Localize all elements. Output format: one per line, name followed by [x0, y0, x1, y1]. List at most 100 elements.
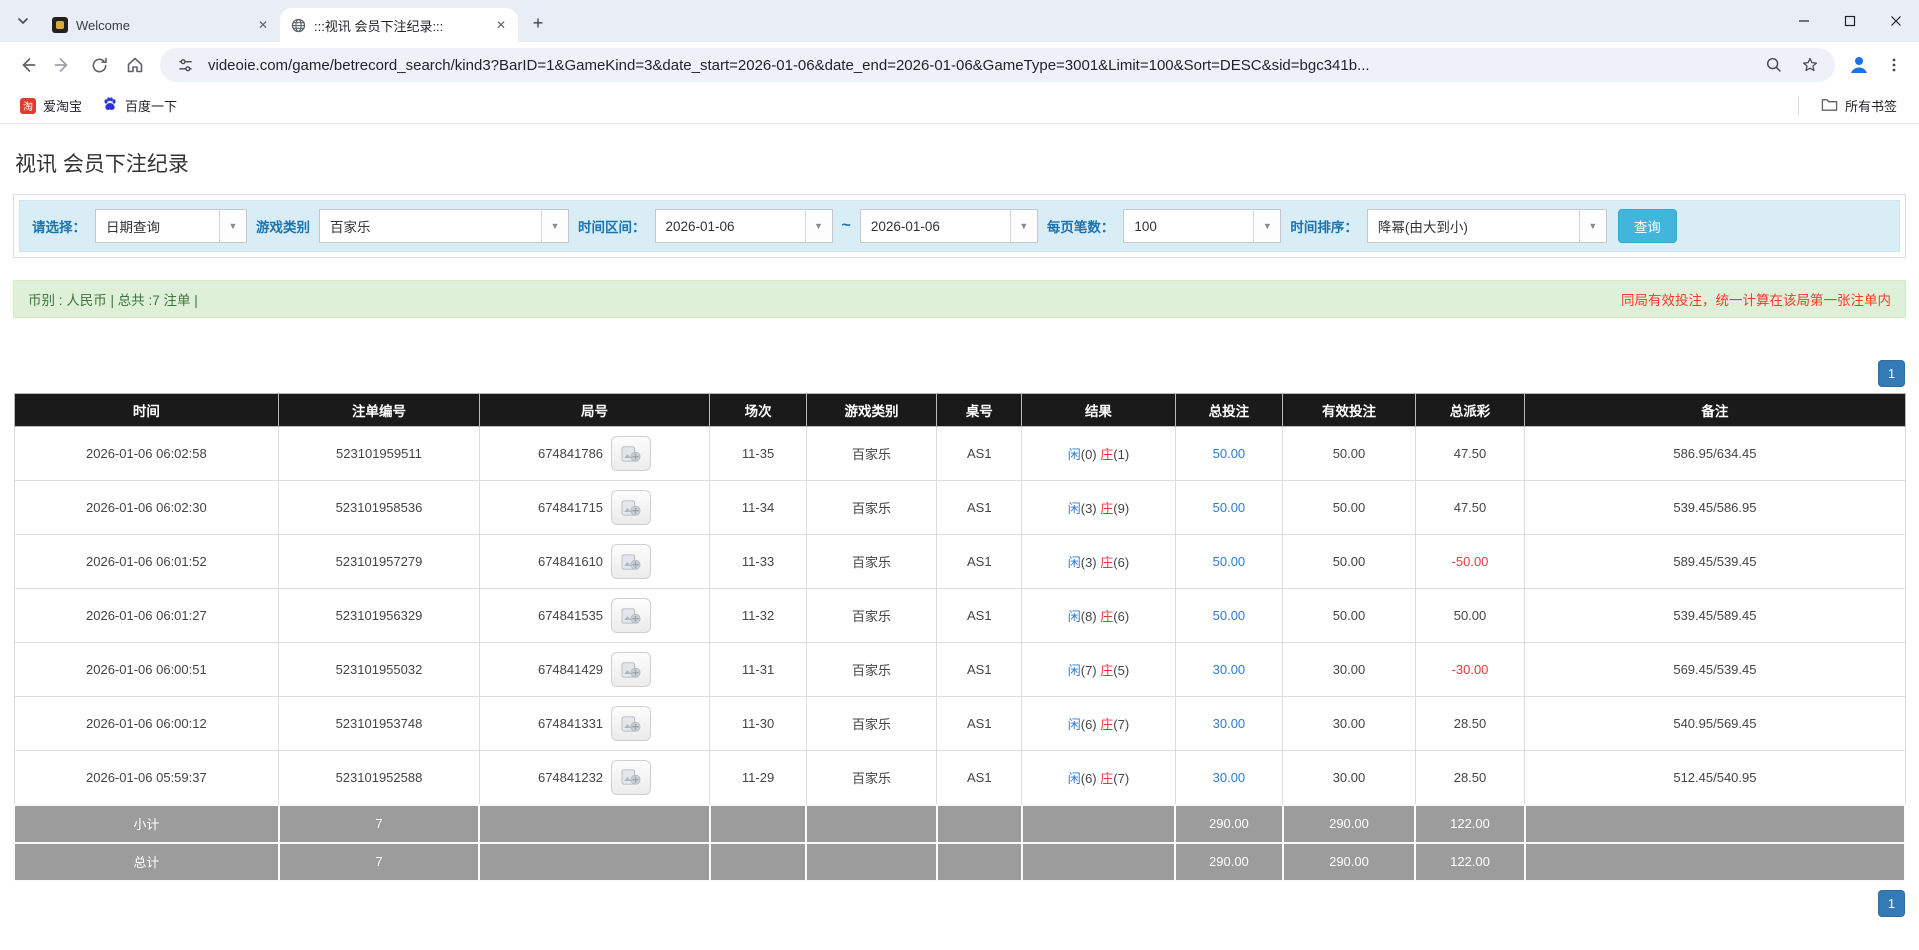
total-bet-link[interactable]: 30.00 — [1213, 716, 1246, 731]
cell-result: 闲(6) 庄(7) — [1022, 697, 1175, 751]
page-1-button[interactable]: 1 — [1878, 890, 1905, 917]
cell-payout: -30.00 — [1415, 643, 1525, 697]
total-bet-link[interactable]: 30.00 — [1213, 770, 1246, 785]
game-kind-select[interactable]: 百家乐 ▼ — [319, 209, 569, 243]
video-replay-button[interactable] — [611, 490, 651, 525]
column-header: 总投注 — [1175, 394, 1283, 427]
maximize-button[interactable] — [1827, 0, 1873, 42]
cell-round: 674841715 — [479, 481, 710, 535]
minimize-button[interactable] — [1781, 0, 1827, 42]
result-banker-label: 庄 — [1100, 609, 1113, 624]
video-replay-button[interactable] — [611, 760, 651, 795]
taobao-icon: 淘 — [20, 98, 36, 114]
filter-panel: 请选择： 日期查询 ▼ 游戏类别 百家乐 ▼ 时间区间： 2026-01-06 … — [13, 194, 1906, 258]
notice-text: 同局有效投注，统一计算在该局第一张注单内 — [1621, 289, 1891, 309]
video-replay-icon — [621, 661, 641, 679]
total-bet-link[interactable]: 50.00 — [1213, 608, 1246, 623]
close-window-button[interactable] — [1873, 0, 1919, 42]
zoom-icon[interactable] — [1761, 52, 1787, 78]
cell-total-bet: 30.00 — [1175, 643, 1283, 697]
cell-note: 569.45/539.45 — [1525, 643, 1905, 697]
cell-bet-id: 523101956329 — [279, 589, 479, 643]
browser-toolbar: videoie.com/game/betrecord_search/kind3?… — [0, 42, 1919, 88]
site-settings-icon[interactable] — [172, 52, 198, 78]
total-row: 总计7290.00290.00122.00 — [14, 843, 1905, 881]
cell-table-no: AS1 — [937, 535, 1022, 589]
window-controls — [1781, 0, 1919, 42]
column-header: 总派彩 — [1415, 394, 1525, 427]
video-replay-button[interactable] — [611, 544, 651, 579]
bookmark-aitaobao[interactable]: 淘 爱淘宝 — [12, 92, 90, 119]
table-row: 2026-01-06 06:02:58523101959511674841786… — [14, 427, 1905, 481]
result-player-value: (7) — [1081, 663, 1097, 678]
reload-button[interactable] — [82, 48, 116, 82]
tab-title: Welcome — [76, 18, 246, 33]
sum-label: 总计 — [14, 843, 279, 881]
cell-session: 11-32 — [710, 589, 806, 643]
url-text[interactable]: videoie.com/game/betrecord_search/kind3?… — [208, 57, 1751, 74]
tab-welcome[interactable]: Welcome ✕ — [42, 8, 280, 42]
cell-game-kind: 百家乐 — [806, 589, 936, 643]
tab-betrecord[interactable]: :::视讯 会员下注纪录::: ✕ — [280, 8, 518, 42]
all-bookmarks-button[interactable]: 所有书签 — [1813, 92, 1905, 119]
browser-menu-button[interactable] — [1877, 48, 1911, 82]
total-bet-link[interactable]: 50.00 — [1213, 446, 1246, 461]
globe-favicon-icon — [290, 17, 306, 33]
cell-time: 2026-01-06 06:01:52 — [14, 535, 279, 589]
url-bar[interactable]: videoie.com/game/betrecord_search/kind3?… — [160, 48, 1835, 82]
reload-icon — [90, 56, 109, 75]
column-header: 游戏类别 — [806, 394, 936, 427]
result-banker-value: (6) — [1113, 609, 1129, 624]
back-icon — [17, 55, 37, 75]
cell-bet-id: 523101953748 — [279, 697, 479, 751]
profile-avatar[interactable] — [1843, 49, 1875, 81]
bet-records-table: 时间注单编号局号场次游戏类别桌号结果总投注有效投注总派彩备注 2026-01-0… — [13, 393, 1906, 882]
cell-note: 589.45/539.45 — [1525, 535, 1905, 589]
filter-type-value: 日期查询 — [96, 210, 219, 242]
forward-button[interactable] — [46, 48, 80, 82]
column-header: 局号 — [479, 394, 710, 427]
cell-table-no: AS1 — [937, 427, 1022, 481]
date-end-select[interactable]: 2026-01-06 ▼ — [860, 209, 1038, 243]
result-player-value: (8) — [1081, 609, 1097, 624]
subtotal-row: 小计7290.00290.00122.00 — [14, 805, 1905, 843]
filter-bar: 请选择： 日期查询 ▼ 游戏类别 百家乐 ▼ 时间区间： 2026-01-06 … — [19, 200, 1900, 252]
round-inner: 674841715 — [480, 490, 710, 525]
table-row: 2026-01-06 06:01:52523101957279674841610… — [14, 535, 1905, 589]
search-button[interactable]: 查询 — [1618, 209, 1677, 243]
cell-table-no: AS1 — [937, 697, 1022, 751]
video-replay-icon — [621, 607, 641, 625]
result-banker-label: 庄 — [1100, 663, 1113, 678]
cell-table-no: AS1 — [937, 481, 1022, 535]
cell-session: 11-34 — [710, 481, 806, 535]
total-bet-link[interactable]: 30.00 — [1213, 662, 1246, 677]
back-button[interactable] — [10, 48, 44, 82]
video-replay-button[interactable] — [611, 436, 651, 471]
filter-type-select[interactable]: 日期查询 ▼ — [95, 209, 247, 243]
tab-close-icon[interactable]: ✕ — [492, 16, 510, 34]
round-inner: 674841429 — [480, 652, 710, 687]
game-kind-value: 百家乐 — [320, 210, 541, 242]
video-replay-button[interactable] — [611, 652, 651, 687]
total-bet-link[interactable]: 50.00 — [1213, 554, 1246, 569]
sum-count: 7 — [279, 843, 479, 881]
tab-close-icon[interactable]: ✕ — [254, 16, 272, 34]
sum-count: 7 — [279, 805, 479, 843]
home-button[interactable] — [118, 48, 152, 82]
per-page-select[interactable]: 100 ▼ — [1123, 209, 1281, 243]
bookmark-star-icon[interactable] — [1797, 52, 1823, 78]
result-player-label: 闲 — [1068, 771, 1081, 786]
sum-empty — [710, 805, 806, 843]
bookmark-baidu[interactable]: 百度一下 — [94, 92, 185, 119]
date-start-select[interactable]: 2026-01-06 ▼ — [655, 209, 833, 243]
sort-select[interactable]: 降幂(由大到小) ▼ — [1367, 209, 1607, 243]
page-1-button[interactable]: 1 — [1878, 360, 1905, 387]
total-bet-link[interactable]: 50.00 — [1213, 500, 1246, 515]
cell-game-kind: 百家乐 — [806, 697, 936, 751]
cell-result: 闲(0) 庄(1) — [1022, 427, 1175, 481]
video-replay-button[interactable] — [611, 598, 651, 633]
cell-valid-bet: 50.00 — [1283, 481, 1415, 535]
tab-search-button[interactable] — [8, 6, 38, 36]
video-replay-button[interactable] — [611, 706, 651, 741]
new-tab-button[interactable]: + — [524, 9, 552, 37]
